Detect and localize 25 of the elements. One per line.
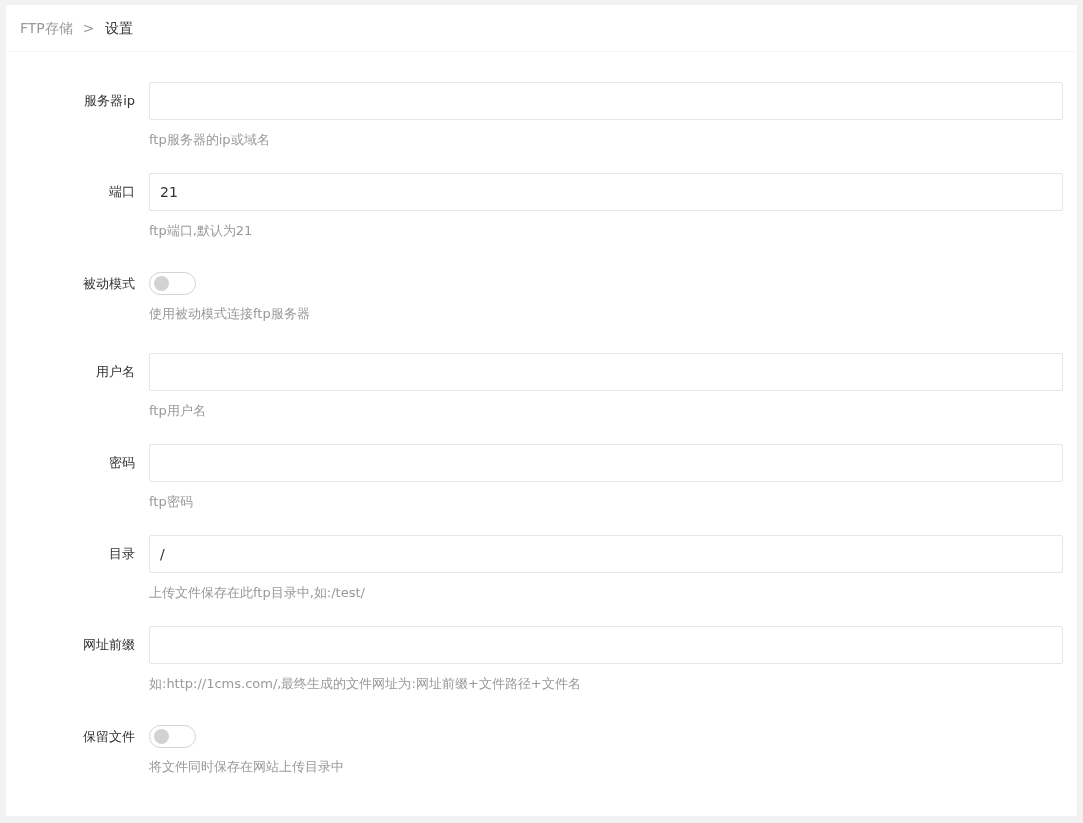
field-label: 被动模式: [83, 276, 135, 291]
field-label: 服务器ip: [84, 93, 135, 108]
help-text: ftp用户名: [149, 403, 206, 418]
input-field[interactable]: [149, 82, 1063, 120]
help-text: 如:http://1cms.com/,最终生成的文件网址为:网址前缀+文件路径+文件名: [149, 676, 581, 691]
help-text: 使用被动模式连接ftp服务器: [149, 306, 310, 321]
toggle-switch[interactable]: [149, 725, 196, 748]
field-label: 用户名: [96, 364, 135, 379]
help-text: ftp服务器的ip或域名: [149, 132, 270, 147]
input-field[interactable]: [149, 353, 1063, 391]
field-label: 端口: [109, 184, 135, 199]
help-text: 将文件同时保存在网站上传目录中: [149, 759, 344, 774]
toggle-switch[interactable]: [149, 272, 196, 295]
breadcrumb-separator: >: [82, 18, 95, 38]
help-text: ftp端口,默认为21: [149, 223, 253, 238]
input-field[interactable]: /: [149, 535, 1063, 573]
input-field[interactable]: [149, 444, 1063, 482]
input-field[interactable]: [149, 626, 1063, 664]
field-label: 保留文件: [83, 729, 135, 744]
input-field[interactable]: 21: [149, 173, 1063, 211]
field-label: 目录: [109, 546, 135, 561]
field-label: 网址前缀: [83, 637, 135, 652]
field-label: 密码: [109, 455, 135, 470]
help-text: ftp密码: [149, 494, 193, 509]
help-text: 上传文件保存在此ftp目录中,如:/test/: [149, 585, 365, 600]
